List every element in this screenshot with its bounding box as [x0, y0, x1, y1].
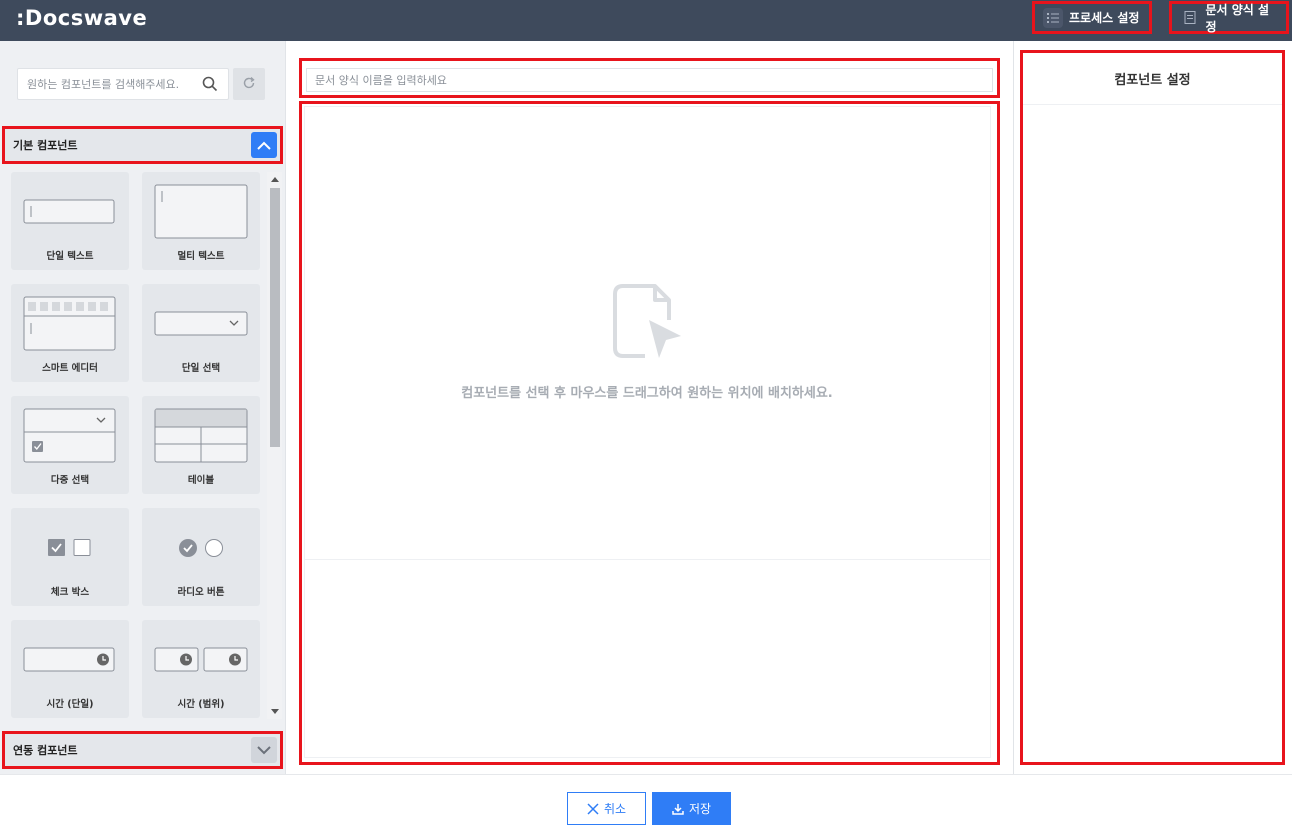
component-card[interactable]: 시간 (단일)	[11, 620, 129, 718]
component-settings-panel: 컴포넌트 설정	[1020, 50, 1285, 765]
save-label: 저장	[688, 802, 712, 816]
process-settings-label: 프로세스 설정	[1069, 11, 1140, 25]
time-single-icon	[23, 647, 115, 672]
component-card[interactable]: 라디오 버튼	[142, 508, 260, 606]
collapse-basic-button[interactable]	[251, 132, 277, 158]
component-sidebar: 기본 컴포넌트 단일 텍스트 멀티 텍스트 스마트 에디터 단일 선택 다중 선…	[0, 41, 286, 774]
single-text-icon	[23, 199, 115, 224]
process-settings-button[interactable]: 프로세스 설정	[1032, 1, 1152, 34]
chevron-down-icon	[257, 745, 271, 754]
scroll-thumb[interactable]	[270, 188, 280, 447]
linked-components-title: 연동 컴포넌트	[13, 744, 78, 757]
scroll-down-icon[interactable]	[271, 709, 279, 714]
drag-drop-icon	[613, 284, 681, 358]
list-icon	[1043, 7, 1063, 28]
save-button[interactable]: 저장	[652, 792, 731, 825]
download-icon	[672, 803, 684, 815]
component-card[interactable]: 체크 박스	[11, 508, 129, 606]
form-settings-label: 문서 양식 설정	[1205, 2, 1270, 34]
smart-editor-icon	[23, 296, 116, 351]
document-icon	[1180, 8, 1199, 28]
component-card[interactable]: 테이블	[142, 396, 260, 494]
basic-components-title: 기본 컴포넌트	[13, 139, 78, 152]
form-settings-button[interactable]: 문서 양식 설정	[1169, 1, 1289, 34]
document-name-area	[299, 58, 1000, 98]
single-select-icon	[154, 311, 248, 336]
checkbox-icon	[48, 539, 91, 556]
cancel-button[interactable]: 취소	[567, 792, 646, 825]
radio-icon	[179, 539, 223, 557]
component-search-input[interactable]	[27, 77, 197, 91]
canvas-frame	[304, 106, 991, 758]
time-range-icon	[154, 647, 248, 672]
component-card[interactable]: 단일 텍스트	[11, 172, 129, 270]
multi-select-icon	[23, 408, 116, 463]
settings-panel-title: 컴포넌트 설정	[1023, 53, 1282, 105]
component-card[interactable]: 다중 선택	[11, 396, 129, 494]
linked-components-header[interactable]: 연동 컴포넌트	[2, 731, 283, 769]
footer-bar: 취소 저장	[0, 774, 1292, 826]
top-bar: :Docswave 프로세스 설정 문서 양식 설정	[0, 0, 1292, 41]
drop-instruction: 컴포넌트를 선택 후 마우스를 드래그하여 원하는 위치에 배치하세요.	[461, 386, 833, 401]
docswave-logo[interactable]: :Docswave	[16, 6, 147, 30]
document-name-input[interactable]	[306, 68, 993, 92]
component-card[interactable]: 시간 (범위)	[142, 620, 260, 718]
table-icon	[154, 408, 248, 463]
close-icon	[587, 802, 599, 815]
component-card[interactable]: 스마트 에디터	[11, 284, 129, 382]
canvas-divider	[304, 559, 991, 560]
search-icon[interactable]	[202, 76, 218, 95]
component-card[interactable]: 단일 선택	[142, 284, 260, 382]
form-canvas[interactable]: 컴포넌트를 선택 후 마우스를 드래그하여 원하는 위치에 배치하세요.	[299, 101, 1000, 765]
chevron-up-icon	[257, 141, 271, 150]
basic-components-header[interactable]: 기본 컴포넌트	[2, 126, 283, 164]
multi-text-icon	[154, 184, 248, 239]
scroll-up-icon[interactable]	[271, 177, 279, 182]
component-search	[17, 68, 229, 100]
component-grid: 단일 텍스트 멀티 텍스트 스마트 에디터 단일 선택 다중 선택 테이블 체크…	[11, 172, 261, 718]
component-card[interactable]: 멀티 텍스트	[142, 172, 260, 270]
expand-linked-button[interactable]	[251, 737, 277, 763]
refresh-icon	[242, 75, 256, 94]
refresh-button[interactable]	[233, 68, 265, 100]
component-scrollbar[interactable]	[267, 172, 282, 719]
cancel-label: 취소	[603, 802, 627, 816]
